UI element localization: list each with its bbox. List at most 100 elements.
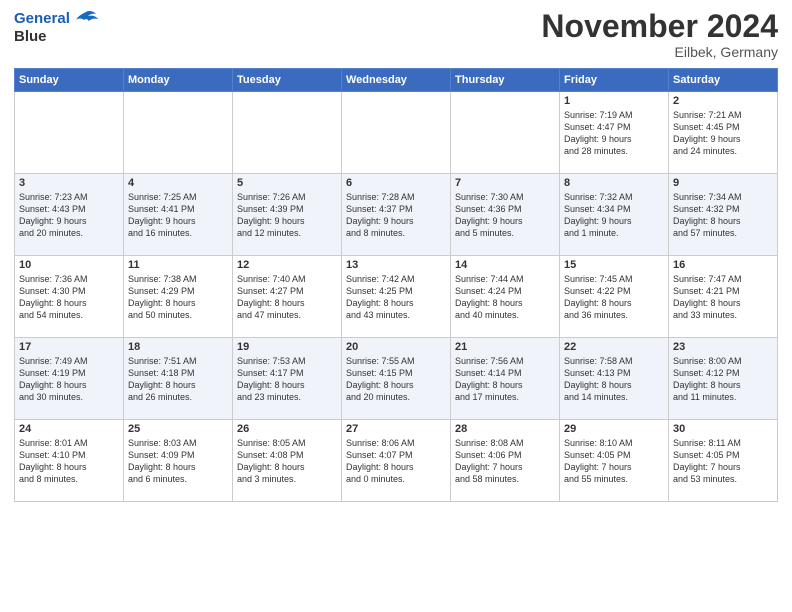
calendar-cell: 10Sunrise: 7:36 AM Sunset: 4:30 PM Dayli… <box>15 256 124 338</box>
day-info: Sunrise: 8:06 AM Sunset: 4:07 PM Dayligh… <box>346 437 446 486</box>
col-sunday: Sunday <box>15 69 124 92</box>
day-number: 16 <box>673 259 773 271</box>
day-number: 14 <box>455 259 555 271</box>
calendar-cell <box>124 92 233 174</box>
logo-bird-icon <box>76 10 98 28</box>
month-title: November 2024 <box>541 10 778 42</box>
calendar-cell: 30 Sunrise: 8:11 AM Sunset: 4:05 PM Dayli… <box>669 420 778 502</box>
calendar-cell: 27 Sunrise: 8:06 AM Sunset: 4:07 PM Dayli… <box>342 420 451 502</box>
calendar-cell: 2 Sunrise: 7:21 AM Sunset: 4:45 PM Daylig… <box>669 92 778 174</box>
logo: General Blue <box>14 10 98 45</box>
day-info: Sunrise: 7:19 AM Sunset: 4:47 PM Dayligh… <box>564 109 664 158</box>
day-number: 6 <box>346 177 446 189</box>
day-info: Sunrise: 8:05 AM Sunset: 4:08 PM Dayligh… <box>237 437 337 486</box>
day-info: Sunrise: 7:53 AM Sunset: 4:17 PM Dayligh… <box>237 355 337 404</box>
calendar-table: Sunday Monday Tuesday Wednesday Thursday… <box>14 68 778 502</box>
day-info: Sunrise: 7:47 AM Sunset: 4:21 PM Dayligh… <box>673 273 773 322</box>
calendar-cell: 19 Sunrise: 7:53 AM Sunset: 4:17 PM Dayli… <box>233 338 342 420</box>
day-number: 1 <box>564 95 664 107</box>
calendar-cell: 5 Sunrise: 7:26 AM Sunset: 4:39 PM Daylig… <box>233 174 342 256</box>
day-number: 20 <box>346 341 446 353</box>
day-info: Sunrise: 8:08 AM Sunset: 4:06 PM Dayligh… <box>455 437 555 486</box>
col-saturday: Saturday <box>669 69 778 92</box>
day-number: 10 <box>19 259 119 271</box>
day-info: Sunrise: 7:23 AM Sunset: 4:43 PM Dayligh… <box>19 191 119 240</box>
calendar-week-row: 3 Sunrise: 7:23 AM Sunset: 4:43 PM Daylig… <box>15 174 778 256</box>
calendar-cell: 14 Sunrise: 7:44 AM Sunset: 4:24 PM Dayli… <box>451 256 560 338</box>
calendar-cell: 24Sunrise: 8:01 AM Sunset: 4:10 PM Dayli… <box>15 420 124 502</box>
day-info: Sunrise: 7:44 AM Sunset: 4:24 PM Dayligh… <box>455 273 555 322</box>
day-info: Sunrise: 7:28 AM Sunset: 4:37 PM Dayligh… <box>346 191 446 240</box>
day-info: Sunrise: 7:55 AM Sunset: 4:15 PM Dayligh… <box>346 355 446 404</box>
day-number: 30 <box>673 423 773 435</box>
location-subtitle: Eilbek, Germany <box>541 44 778 60</box>
calendar-cell: 1 Sunrise: 7:19 AM Sunset: 4:47 PM Daylig… <box>560 92 669 174</box>
day-number: 13 <box>346 259 446 271</box>
calendar-cell: 4 Sunrise: 7:25 AM Sunset: 4:41 PM Daylig… <box>124 174 233 256</box>
calendar-cell <box>233 92 342 174</box>
calendar-cell: 22 Sunrise: 7:58 AM Sunset: 4:13 PM Dayli… <box>560 338 669 420</box>
day-info: Sunrise: 7:38 AM Sunset: 4:29 PM Dayligh… <box>128 273 228 322</box>
day-number: 22 <box>564 341 664 353</box>
col-tuesday: Tuesday <box>233 69 342 92</box>
calendar-cell: 3 Sunrise: 7:23 AM Sunset: 4:43 PM Daylig… <box>15 174 124 256</box>
header: General Blue November 2024 Eilbek, Germa… <box>14 10 778 60</box>
day-number: 5 <box>237 177 337 189</box>
title-block: November 2024 Eilbek, Germany <box>541 10 778 60</box>
calendar-week-row: 17Sunrise: 7:49 AM Sunset: 4:19 PM Dayli… <box>15 338 778 420</box>
calendar-cell: 11 Sunrise: 7:38 AM Sunset: 4:29 PM Dayli… <box>124 256 233 338</box>
day-number: 3 <box>19 177 119 189</box>
day-number: 11 <box>128 259 228 271</box>
calendar-cell: 12 Sunrise: 7:40 AM Sunset: 4:27 PM Dayli… <box>233 256 342 338</box>
col-wednesday: Wednesday <box>342 69 451 92</box>
day-info: Sunrise: 7:26 AM Sunset: 4:39 PM Dayligh… <box>237 191 337 240</box>
day-number: 7 <box>455 177 555 189</box>
calendar-header-row: Sunday Monday Tuesday Wednesday Thursday… <box>15 69 778 92</box>
day-number: 27 <box>346 423 446 435</box>
calendar-week-row: 24Sunrise: 8:01 AM Sunset: 4:10 PM Dayli… <box>15 420 778 502</box>
calendar-cell: 20 Sunrise: 7:55 AM Sunset: 4:15 PM Dayli… <box>342 338 451 420</box>
day-number: 4 <box>128 177 228 189</box>
day-info: Sunrise: 8:11 AM Sunset: 4:05 PM Dayligh… <box>673 437 773 486</box>
day-number: 19 <box>237 341 337 353</box>
calendar-week-row: 1 Sunrise: 7:19 AM Sunset: 4:47 PM Daylig… <box>15 92 778 174</box>
calendar-cell: 28 Sunrise: 8:08 AM Sunset: 4:06 PM Dayli… <box>451 420 560 502</box>
calendar-cell <box>342 92 451 174</box>
calendar-week-row: 10Sunrise: 7:36 AM Sunset: 4:30 PM Dayli… <box>15 256 778 338</box>
calendar-cell: 25Sunrise: 8:03 AM Sunset: 4:09 PM Dayli… <box>124 420 233 502</box>
day-info: Sunrise: 7:40 AM Sunset: 4:27 PM Dayligh… <box>237 273 337 322</box>
day-number: 26 <box>237 423 337 435</box>
day-info: Sunrise: 7:45 AM Sunset: 4:22 PM Dayligh… <box>564 273 664 322</box>
calendar-cell: 18Sunrise: 7:51 AM Sunset: 4:18 PM Dayli… <box>124 338 233 420</box>
calendar-cell: 8Sunrise: 7:32 AM Sunset: 4:34 PM Daylig… <box>560 174 669 256</box>
calendar-cell: 6 Sunrise: 7:28 AM Sunset: 4:37 PM Daylig… <box>342 174 451 256</box>
day-info: Sunrise: 8:00 AM Sunset: 4:12 PM Dayligh… <box>673 355 773 404</box>
day-info: Sunrise: 7:58 AM Sunset: 4:13 PM Dayligh… <box>564 355 664 404</box>
calendar-cell <box>451 92 560 174</box>
day-info: Sunrise: 8:03 AM Sunset: 4:09 PM Dayligh… <box>128 437 228 486</box>
day-info: Sunrise: 7:25 AM Sunset: 4:41 PM Dayligh… <box>128 191 228 240</box>
day-number: 15 <box>564 259 664 271</box>
col-thursday: Thursday <box>451 69 560 92</box>
calendar-cell: 15 Sunrise: 7:45 AM Sunset: 4:22 PM Dayli… <box>560 256 669 338</box>
calendar-cell: 26 Sunrise: 8:05 AM Sunset: 4:08 PM Dayli… <box>233 420 342 502</box>
day-info: Sunrise: 7:32 AM Sunset: 4:34 PM Dayligh… <box>564 191 664 240</box>
logo-text: General <box>14 10 98 28</box>
calendar-cell: 9 Sunrise: 7:34 AM Sunset: 4:32 PM Daylig… <box>669 174 778 256</box>
day-info: Sunrise: 7:49 AM Sunset: 4:19 PM Dayligh… <box>19 355 119 404</box>
calendar-cell <box>15 92 124 174</box>
day-number: 18 <box>128 341 228 353</box>
day-number: 2 <box>673 95 773 107</box>
day-number: 28 <box>455 423 555 435</box>
day-info: Sunrise: 7:34 AM Sunset: 4:32 PM Dayligh… <box>673 191 773 240</box>
day-number: 23 <box>673 341 773 353</box>
calendar-cell: 29Sunrise: 8:10 AM Sunset: 4:05 PM Dayli… <box>560 420 669 502</box>
day-number: 12 <box>237 259 337 271</box>
day-info: Sunrise: 7:21 AM Sunset: 4:45 PM Dayligh… <box>673 109 773 158</box>
logo-line2: Blue <box>14 28 98 45</box>
calendar-cell: 23 Sunrise: 8:00 AM Sunset: 4:12 PM Dayli… <box>669 338 778 420</box>
calendar-cell: 17Sunrise: 7:49 AM Sunset: 4:19 PM Dayli… <box>15 338 124 420</box>
day-number: 9 <box>673 177 773 189</box>
day-info: Sunrise: 8:10 AM Sunset: 4:05 PM Dayligh… <box>564 437 664 486</box>
col-monday: Monday <box>124 69 233 92</box>
